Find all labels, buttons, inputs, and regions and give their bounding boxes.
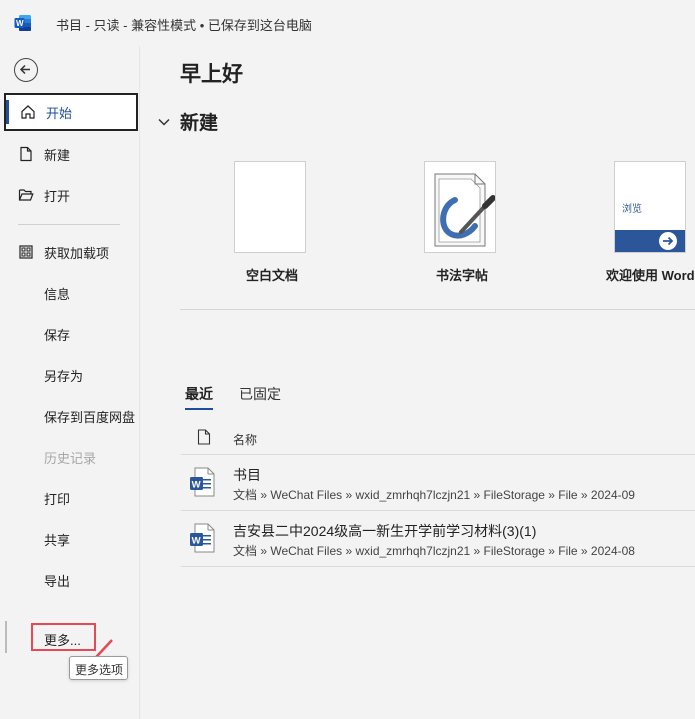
sidebar-item-label: 打印 (44, 491, 71, 507)
sidebar-item-label: 历史记录 (44, 450, 97, 466)
template-label: 欢迎使用 Word (606, 268, 695, 283)
word-logo-icon: W (14, 14, 32, 32)
file-path: 文档 » WeChat Files » wxid_zmrhqh7lczjn21 … (233, 544, 635, 558)
file-path: 文档 » WeChat Files » wxid_zmrhqh7lczjn21 … (233, 488, 635, 502)
word-document-icon: W (189, 523, 215, 558)
more-tooltip: 更多选项 (69, 656, 128, 680)
sidebar-item-label: 共享 (44, 532, 71, 548)
template-thumbnail (234, 161, 306, 253)
back-arrow-icon (19, 64, 30, 75)
file-row[interactable]: W 吉安县二中2024级高一新生开学前学习材料(3)(1) 文档 » WeCha… (181, 511, 695, 567)
tab-pinned[interactable]: 已固定 (239, 384, 281, 410)
sidebar-item-save-as[interactable]: 另存为 (4, 356, 138, 394)
column-header-name[interactable]: 名称 (233, 431, 257, 448)
file-name: 书目 (233, 467, 261, 483)
template-blank-document[interactable]: 空白文档 (234, 161, 306, 283)
sidebar-item-get-addins[interactable]: 获取加载项 (4, 233, 138, 271)
sidebar-divider (18, 224, 120, 225)
sidebar-item-label: 信息 (44, 286, 71, 302)
file-name: 吉安县二中2024级高一新生开学前学习材料(3)(1) (233, 523, 537, 539)
svg-text:W: W (16, 19, 24, 28)
svg-text:W: W (192, 480, 201, 491)
recent-tabs: 最近 已固定 (185, 384, 307, 410)
sidebar-item-label: 新建 (44, 147, 71, 163)
greeting-heading: 早上好 (180, 63, 243, 86)
title-bar: W 书目 - 只读 - 兼容性模式 • 已保存到这台电脑 (0, 0, 695, 46)
sidebar-item-label: 另存为 (44, 368, 84, 384)
sidebar-item-export[interactable]: 导出 (4, 561, 138, 599)
backstage-main: 早上好 新建 空白文档 书法字帖 浏览 欢迎使用 Word 最近 已固定 名称 … (141, 46, 695, 719)
sidebar-item-label: 开始 (46, 105, 73, 121)
welcome-thumb-text: 浏览 (622, 204, 642, 215)
file-list-header: 名称 (197, 426, 695, 454)
back-button[interactable] (14, 58, 38, 82)
sidebar-item-save[interactable]: 保存 (4, 315, 138, 353)
template-thumbnail: 浏览 (614, 161, 686, 253)
sidebar-item-home[interactable]: 开始 (4, 93, 138, 131)
sidebar-item-open[interactable]: 打开 (4, 176, 138, 214)
arrow-right-icon (659, 232, 677, 250)
sidebar-item-label: 获取加载项 (44, 245, 110, 261)
sidebar-item-label: 保存 (44, 327, 71, 343)
new-document-icon (18, 146, 34, 162)
sidebar-item-history: 历史记录 (4, 438, 138, 476)
template-calligraphy[interactable]: 书法字帖 (424, 161, 496, 283)
document-title: 书目 - 只读 - 兼容性模式 • 已保存到这台电脑 (56, 18, 312, 33)
home-icon (20, 104, 36, 120)
sidebar-item-new[interactable]: 新建 (4, 135, 138, 173)
chevron-down-icon (158, 118, 170, 126)
template-label: 空白文档 (246, 268, 299, 283)
sidebar-item-save-to-baidu[interactable]: 保存到百度网盘 (4, 397, 138, 435)
calligraphy-brush-icon (434, 173, 495, 247)
new-section-header[interactable]: 新建 (157, 108, 218, 135)
backstage-sidebar: 开始 新建 打开 获取加载项 信息 保存 另存为 保存到百度网盘 历史记录 打印… (0, 46, 140, 719)
tab-recent[interactable]: 最近 (185, 384, 213, 410)
addins-grid-icon (18, 244, 34, 260)
folder-open-icon (18, 187, 34, 203)
sidebar-item-share[interactable]: 共享 (4, 520, 138, 558)
file-type-icon (197, 429, 211, 450)
sidebar-item-print[interactable]: 打印 (4, 479, 138, 517)
word-document-icon: W (189, 467, 215, 502)
sidebar-item-label: 保存到百度网盘 (44, 409, 136, 425)
sidebar-item-label: 打开 (44, 188, 71, 204)
more-focus-bar (5, 621, 7, 653)
svg-text:W: W (192, 536, 201, 547)
sidebar-item-info[interactable]: 信息 (4, 274, 138, 312)
sidebar-item-label: 导出 (44, 573, 71, 589)
template-thumbnail (424, 161, 496, 253)
section-divider (180, 309, 695, 310)
template-welcome-to-word[interactable]: 浏览 欢迎使用 Word (606, 161, 695, 283)
file-row[interactable]: W 书目 文档 » WeChat Files » wxid_zmrhqh7lcz… (181, 455, 695, 511)
template-label: 书法字帖 (436, 268, 489, 283)
new-section-title: 新建 (180, 113, 219, 134)
